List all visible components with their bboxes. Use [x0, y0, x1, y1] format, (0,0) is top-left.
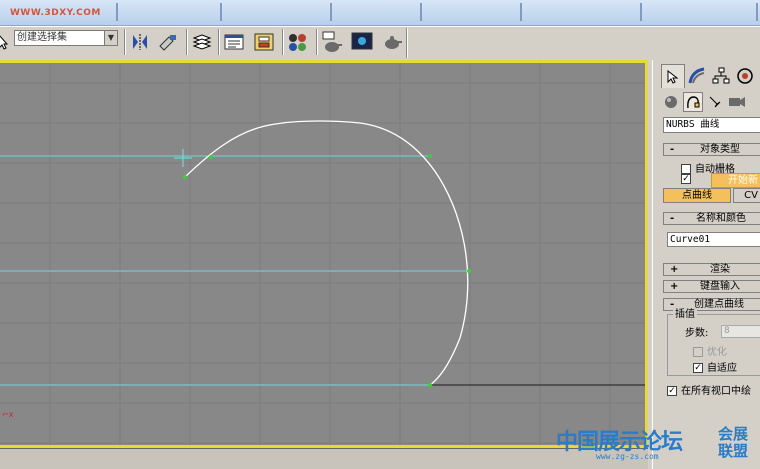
adaptive-checkbox[interactable]: ✓ 自适应 [693, 359, 737, 374]
titlebar-divider [520, 3, 522, 21]
titlebar-divider [220, 3, 222, 21]
steps-label: 步数: [685, 328, 709, 339]
viewport-status-strip [0, 448, 648, 469]
point-curve-button[interactable]: 点曲线 [663, 188, 731, 203]
motion-tab[interactable] [733, 64, 757, 88]
titlebar-divider [756, 3, 758, 21]
rollout-toggle: - [670, 144, 675, 155]
lights-icon[interactable] [705, 92, 725, 112]
cameras-icon[interactable] [727, 92, 747, 112]
curve-point [428, 154, 432, 158]
nurbs-curve [184, 120, 469, 386]
forum-url-watermark: www.zg-zs.com [596, 452, 659, 461]
chevron-down-icon[interactable]: ▼ [104, 31, 117, 45]
render-setup-icon[interactable] [320, 30, 344, 54]
command-panel: NURBS 曲线 - 对象类型 自动栅格 ✓ 开始新 点曲线 CV - 名称和颜… [652, 60, 760, 469]
viewport-canvas [0, 63, 645, 445]
create-tab[interactable] [661, 64, 685, 88]
checkbox-box[interactable] [681, 164, 691, 174]
mirror-icon[interactable] [128, 30, 152, 54]
toolbar-separator [282, 29, 284, 55]
quick-render-icon[interactable] [380, 30, 404, 54]
rollout-name-color[interactable]: - 名称和颜色 [663, 212, 760, 225]
rollout-keyboard-entry[interactable]: + 键盘输入 [663, 280, 760, 293]
site-watermark: WWW.3DXY.COM [10, 8, 101, 18]
rollout-title: 名称和颜色 [696, 213, 746, 224]
draw-all-viewports-label: 在所有视口中绘 [681, 386, 751, 397]
shapes-icon[interactable] [683, 92, 703, 112]
curve-point [183, 175, 187, 179]
rollout-title: 键盘输入 [700, 281, 740, 292]
checkbox-box[interactable]: ✓ [693, 363, 703, 373]
steps-spinner[interactable]: 8 [721, 325, 760, 338]
front-viewport[interactable]: ⌐x [0, 60, 648, 448]
rollout-title: 渲染 [710, 264, 730, 275]
rollout-object-type[interactable]: - 对象类型 [663, 143, 760, 156]
cv-curve-button[interactable]: CV [733, 188, 760, 203]
render-frame-icon[interactable] [350, 30, 374, 54]
toolbar-end [406, 28, 408, 58]
geometry-icon[interactable] [661, 92, 681, 112]
selection-set-dropdown[interactable]: 创建选择集 ▼ [14, 30, 118, 46]
toolbar-separator [218, 29, 220, 55]
layer-manager-icon[interactable] [190, 30, 214, 54]
toolbar-separator [124, 29, 126, 55]
rollout-rendering[interactable]: + 渲染 [663, 263, 760, 276]
curve-point [209, 155, 213, 159]
optimize-label: 优化 [707, 347, 727, 358]
start-new-checkbox[interactable]: ✓ [681, 174, 691, 184]
category-dropdown[interactable]: NURBS 曲线 [663, 117, 760, 133]
curve-point [467, 269, 471, 273]
align-icon[interactable] [156, 30, 180, 54]
object-name-input[interactable]: Curve01 [667, 232, 760, 247]
rollout-toggle: + [670, 281, 679, 292]
snap-cursor-icon [174, 149, 192, 167]
schematic-view-icon[interactable] [252, 30, 276, 54]
rollout-title: 创建点曲线 [694, 299, 744, 310]
titlebar-divider [116, 3, 118, 21]
track-view-icon[interactable] [222, 30, 246, 54]
forum-side-watermark: 会展联盟 [717, 425, 748, 460]
curve-point [427, 382, 433, 388]
command-panel-tabs [661, 64, 760, 88]
optimize-checkbox[interactable]: 优化 [693, 343, 727, 358]
toolbar-separator [316, 29, 318, 55]
checkbox-box[interactable] [693, 347, 703, 357]
material-editor-icon[interactable] [286, 30, 310, 54]
interpolation-title: 插值 [673, 309, 697, 321]
rollout-toggle: - [670, 213, 675, 224]
modify-tab[interactable] [685, 64, 709, 88]
axis-tripod-icon: ⌐x [2, 410, 14, 419]
select-pointer-icon[interactable] [0, 30, 10, 54]
adaptive-label: 自适应 [707, 363, 737, 374]
create-subcategory-tabs [661, 92, 760, 112]
checkbox-box[interactable]: ✓ [667, 386, 677, 396]
rollout-toggle: + [670, 264, 679, 275]
rollout-title: 对象类型 [700, 144, 740, 155]
auto-grid-checkbox[interactable]: 自动栅格 [681, 160, 735, 175]
selection-set-value: 创建选择集 [17, 32, 67, 43]
title-strip: WWW.3DXY.COM [0, 0, 760, 26]
draw-all-viewports-checkbox[interactable]: ✓ 在所有视口中绘 [667, 382, 751, 397]
start-new-shape-row[interactable]: ✓ [681, 174, 695, 187]
hierarchy-tab[interactable] [709, 64, 733, 88]
titlebar-divider [640, 3, 642, 21]
start-new-label: 开始新 [728, 175, 758, 186]
toolbar-separator [186, 29, 188, 55]
titlebar-divider [420, 3, 422, 21]
start-new-shape-button[interactable]: 开始新 [711, 173, 760, 188]
titlebar-divider [330, 3, 332, 21]
